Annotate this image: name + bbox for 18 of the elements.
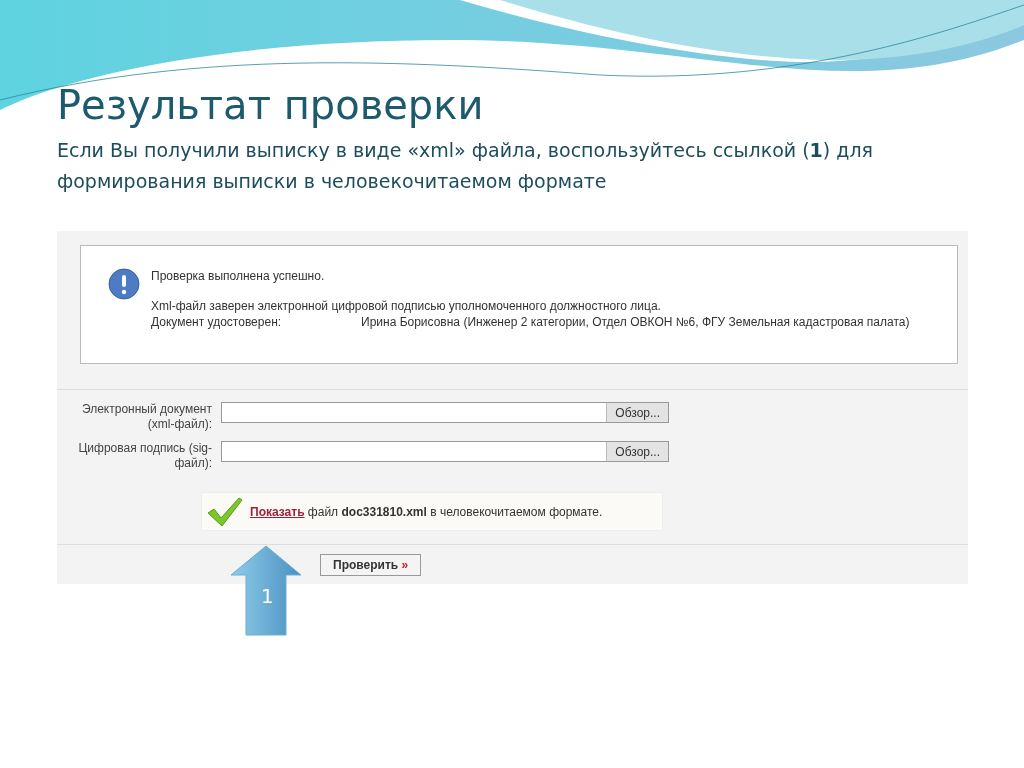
field-label: Электронный документ (xml-файл): — [80, 402, 212, 432]
browse-button[interactable]: Обзор... — [606, 403, 668, 422]
slide-title: Результат проверки — [57, 81, 485, 130]
slide-subtitle: Если Вы получили выписку в виде «xml» файла, воспользуйтесь ссылкой (1) для формирования выписки в человекочитаемом формате — [57, 138, 874, 194]
file-input[interactable]: Обзор... — [221, 441, 669, 462]
exclamation-icon — [108, 268, 140, 300]
certified-value: Ирина Борисовна (Инженер 2 категории, Отдел ОВКОН №6, ФГУ Земельная кадастровая палата) — [361, 314, 911, 330]
field-label: Цифровая подпись (sig-файл): — [77, 441, 212, 471]
file-input[interactable]: Обзор... — [221, 402, 669, 423]
callout-number: 1 — [261, 583, 274, 610]
status-text: Проверка выполнена успешно. — [151, 268, 326, 284]
show-link[interactable]: Показать — [250, 504, 305, 519]
result-text: Показать файл doc331810.xml в человекочитаемом формате. — [250, 503, 603, 521]
signature-text: Xml-файл заверен электронной цифровой подписью уполномоченного должностного лица. — [151, 298, 662, 314]
browse-button[interactable]: Обзор... — [606, 442, 668, 461]
certified-label: Документ удостоверен: — [151, 314, 283, 330]
checkmark-icon — [206, 495, 244, 528]
check-button[interactable]: Проверить » — [320, 554, 422, 576]
